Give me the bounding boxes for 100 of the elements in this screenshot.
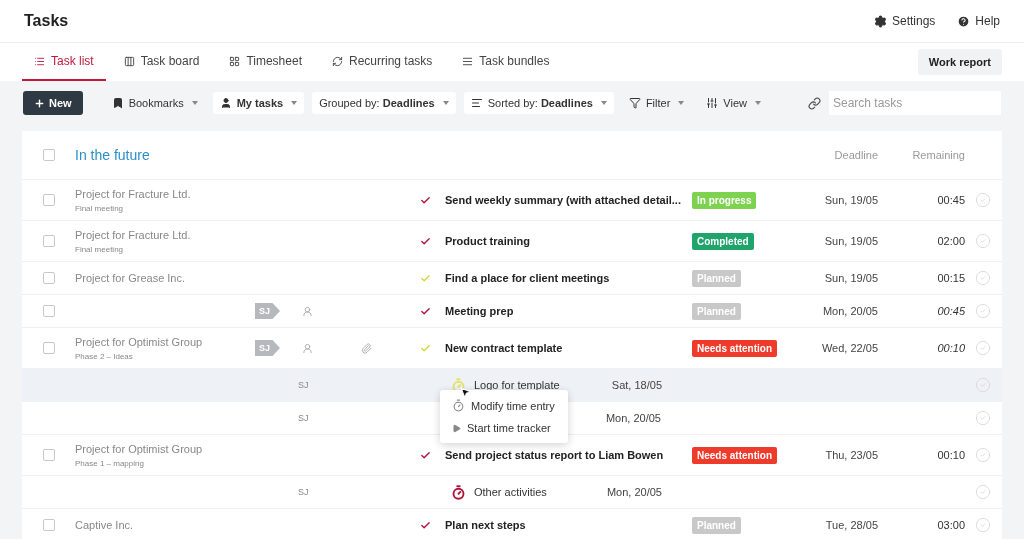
help-link[interactable]: Help xyxy=(957,14,1000,28)
assignee-tag: SJ xyxy=(255,340,280,356)
complete-icon[interactable] xyxy=(974,340,991,356)
task-title[interactable]: Meeting prep xyxy=(445,305,692,317)
tab[interactable]: Task bundles xyxy=(450,43,562,81)
toolbar-dropdown[interactable]: Bookmarks xyxy=(104,92,205,114)
status-label: Needs attention xyxy=(692,339,777,357)
deadline-date: Sun, 19/05 xyxy=(824,272,878,284)
deadline-date: Tue, 28/05 xyxy=(825,519,878,531)
complete-icon[interactable] xyxy=(974,233,991,249)
toolbar-dropdown[interactable]: Sorted by: Deadlines xyxy=(463,92,614,114)
bookmark-icon xyxy=(111,97,124,109)
play-icon xyxy=(452,423,461,433)
project-phase: Final meeting xyxy=(75,244,125,254)
complete-icon[interactable] xyxy=(974,270,991,286)
list-icon xyxy=(34,55,45,67)
complete-icon[interactable] xyxy=(974,377,991,393)
entry-date: Sat, 18/05 xyxy=(610,379,662,391)
row-checkbox[interactable] xyxy=(42,449,55,461)
work-report-button[interactable]: Work report xyxy=(917,49,1002,75)
row-checkbox[interactable] xyxy=(42,305,55,317)
remaining-time: 00:45 xyxy=(937,194,965,206)
project-phase: Final meeting xyxy=(75,203,125,213)
person-icon xyxy=(219,97,232,109)
tab[interactable]: Timesheet xyxy=(217,43,314,81)
plus-icon xyxy=(34,97,45,109)
refresh-icon xyxy=(331,55,343,67)
task-title[interactable]: Product training xyxy=(445,235,692,247)
project-name: Project for Fracture Ltd. xyxy=(75,187,192,200)
project-name: Project for Optimist Group xyxy=(75,335,204,348)
entry-date: Mon, 20/05 xyxy=(605,486,662,498)
search-field[interactable]: Search tasks xyxy=(829,91,1001,115)
complete-icon[interactable] xyxy=(974,447,991,463)
complete-icon[interactable] xyxy=(974,192,991,208)
project-phase: Phase 2 – Ideas xyxy=(75,351,134,361)
settings-link[interactable]: Settings xyxy=(873,14,936,28)
caret-icon xyxy=(191,101,198,105)
settings-icon xyxy=(873,14,887,28)
toolbar-dropdown[interactable]: View xyxy=(699,92,768,114)
stopwatch-icon xyxy=(452,399,465,412)
remaining-time: 00:15 xyxy=(937,272,965,284)
person-icon[interactable] xyxy=(302,305,313,317)
deadline-date: Wed, 22/05 xyxy=(821,342,878,354)
row-checkbox[interactable] xyxy=(42,342,55,354)
row-checkbox[interactable] xyxy=(42,235,55,247)
status-label: Completed xyxy=(692,232,754,250)
toolbar-dropdown[interactable]: Filter xyxy=(621,92,692,114)
menu-item[interactable]: Start time tracker xyxy=(440,417,568,439)
paperclip-icon[interactable] xyxy=(361,342,372,354)
project-name: Project for Optimist Group xyxy=(75,442,204,455)
time-entry-row[interactable]: SJ Logo for template Sat, 18/05 xyxy=(22,369,1002,402)
filter-icon xyxy=(628,97,641,109)
entry-title: Logo for template xyxy=(474,379,561,391)
caret-icon xyxy=(600,101,607,105)
row-checkbox[interactable] xyxy=(42,194,55,206)
deadline-date: Sun, 19/05 xyxy=(824,235,878,247)
toolbar-dropdown[interactable]: My tasks xyxy=(212,92,305,114)
complete-icon[interactable] xyxy=(974,410,991,426)
column-header: Remaining xyxy=(912,149,965,161)
assignee-tag: SJ xyxy=(255,303,280,319)
row-checkbox[interactable] xyxy=(42,519,55,531)
page-title: Tasks xyxy=(24,12,70,30)
task-title[interactable]: Send project status report to Liam Bowen xyxy=(445,449,692,461)
sort-icon xyxy=(470,97,483,109)
project-phase: Phase 1 – mapping xyxy=(75,458,145,468)
link-icon[interactable] xyxy=(808,96,821,110)
deadline-date: Sun, 19/05 xyxy=(824,194,878,206)
stopwatch-icon[interactable] xyxy=(451,484,466,500)
complete-icon[interactable] xyxy=(974,484,991,500)
remaining-time: 00:10 xyxy=(937,449,965,461)
toolbar-dropdown[interactable]: Grouped by: Deadlines xyxy=(312,92,456,114)
deadline-date: Mon, 20/05 xyxy=(822,305,878,317)
grid-icon xyxy=(229,55,241,67)
new-button[interactable]: New xyxy=(23,91,83,115)
sliders-icon xyxy=(706,97,719,109)
complete-icon[interactable] xyxy=(974,517,991,533)
column-header: Deadline xyxy=(834,149,878,161)
tab[interactable]: Task list xyxy=(22,43,106,81)
assignee-initials: SJ xyxy=(298,413,309,423)
row-checkbox[interactable] xyxy=(42,272,55,284)
status-label: Needs attention xyxy=(692,446,777,464)
stopwatch-icon[interactable] xyxy=(451,377,466,393)
remaining-time: 00:45 xyxy=(937,305,965,317)
task-title[interactable]: New contract template xyxy=(445,342,692,354)
tab[interactable]: Recurring tasks xyxy=(319,43,445,81)
tab[interactable]: Task board xyxy=(111,43,212,81)
caret-icon xyxy=(755,101,761,105)
task-title[interactable]: Find a place for client meetings xyxy=(445,272,692,284)
assignee-initials: SJ xyxy=(298,380,309,390)
help-icon xyxy=(957,14,971,28)
group-checkbox[interactable] xyxy=(42,149,55,161)
entry-date: Mon, 20/05 xyxy=(604,412,661,424)
caret-icon xyxy=(291,101,298,105)
caret-icon xyxy=(442,101,449,105)
remaining-time: 03:00 xyxy=(937,519,965,531)
entry-title: Other activities xyxy=(474,486,548,498)
task-title[interactable]: Send weekly summary (with attached detail... xyxy=(445,194,692,206)
person-icon[interactable] xyxy=(302,342,313,354)
complete-icon[interactable] xyxy=(974,303,991,319)
task-title[interactable]: Plan next steps xyxy=(445,519,692,531)
